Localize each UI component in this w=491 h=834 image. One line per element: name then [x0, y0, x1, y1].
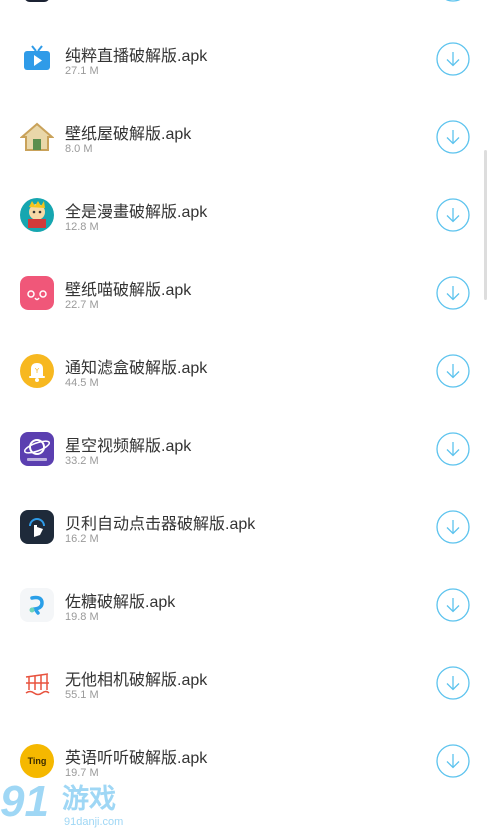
app-name[interactable]: 壁纸屋破解版.apk — [65, 120, 191, 144]
app-name[interactable]: 纯粹直播破解版.apk — [65, 42, 207, 66]
app-name[interactable]: 通知滤盒破解版.apk — [65, 354, 207, 378]
house-icon — [20, 120, 54, 154]
camera-grid-icon — [20, 666, 54, 700]
svg-text:游戏: 游戏 — [62, 784, 116, 815]
app-name[interactable]: 贝利自动点击器破解版.apk — [65, 510, 255, 534]
download-button[interactable] — [436, 198, 470, 232]
download-icon — [436, 354, 470, 388]
app-list-item[interactable]: 佐糖破解版.apk 19.8 M — [0, 546, 480, 624]
download-button[interactable] — [436, 666, 470, 700]
app-size: 16.2 M — [65, 533, 99, 545]
app-size: 55.1 M — [65, 689, 99, 701]
app-size: 19.8 M — [65, 611, 99, 623]
svg-text:91: 91 — [0, 778, 49, 826]
app-list-item[interactable]: 壁纸喵破解版.apk 22.7 M — [0, 234, 480, 312]
app-size: 22.7 M — [65, 299, 99, 311]
app-size: 8.0 M — [65, 143, 93, 155]
download-button[interactable] — [436, 42, 470, 76]
download-icon — [436, 666, 470, 700]
bell-icon: Y — [20, 354, 54, 388]
download-button[interactable] — [436, 354, 470, 388]
download-button[interactable] — [436, 276, 470, 310]
app-name[interactable]: 英语听听破解版.apk — [65, 744, 207, 768]
download-icon — [436, 432, 470, 466]
download-button[interactable] — [436, 120, 470, 154]
svg-text:Y: Y — [34, 367, 40, 375]
tingting-logo-icon: Ting — [20, 744, 54, 778]
app-name[interactable]: 壁纸喵破解版.apk — [65, 276, 191, 300]
site-watermark-logo: 91 游戏 91danji.com — [0, 776, 160, 829]
app-list-item[interactable]: Y 通知滤盒破解版.apk 44.5 M — [0, 312, 480, 390]
download-button[interactable] — [436, 588, 470, 622]
app-list-item[interactable]: 壁纸屋破解版.apk 8.0 M — [0, 78, 480, 156]
app-size: 27.1 M — [65, 65, 99, 77]
download-icon — [436, 120, 470, 154]
svg-text:91danji.com: 91danji.com — [64, 816, 123, 828]
app-name[interactable]: 全是漫畫破解版.apk — [65, 198, 207, 222]
download-icon — [436, 198, 470, 232]
app-name[interactable]: 无他相机破解版.apk — [65, 666, 207, 690]
app-name[interactable]: 佐糖破解版.apk — [65, 588, 175, 612]
planet-icon — [20, 432, 54, 466]
cat-face-icon — [20, 276, 54, 310]
tap-finger-icon — [20, 510, 54, 544]
tv-icon — [20, 42, 54, 76]
download-button[interactable] — [436, 744, 470, 778]
app-size: 44.5 M — [65, 377, 99, 389]
app-list-item[interactable]: 无他相机破解版.apk 55.1 M — [0, 624, 480, 702]
zuotang-logo-icon — [20, 588, 54, 622]
app-size: 12.8 M — [65, 221, 99, 233]
app-list-item[interactable]: 纯粹直播破解版.apk 27.1 M — [0, 0, 480, 78]
app-name[interactable]: 星空视频解版.apk — [65, 432, 191, 456]
app-size: 33.2 M — [65, 455, 99, 467]
download-button[interactable] — [436, 510, 470, 544]
svg-text:Ting: Ting — [28, 756, 47, 766]
download-icon — [436, 588, 470, 622]
app-list-item[interactable]: Ting 英语听听破解版.apk 19.7 M — [0, 702, 480, 780]
app-list-item[interactable]: 星空视频解版.apk 33.2 M — [0, 390, 480, 468]
app-list-item[interactable]: 全是漫畫破解版.apk 12.8 M — [0, 156, 480, 234]
scrollbar[interactable] — [484, 150, 487, 300]
download-icon — [436, 744, 470, 778]
download-icon — [436, 42, 470, 76]
download-icon — [436, 276, 470, 310]
download-button[interactable] — [436, 432, 470, 466]
manga-reader-icon — [20, 198, 54, 232]
download-icon — [436, 510, 470, 544]
app-list-item[interactable]: 贝利自动点击器破解版.apk 16.2 M — [0, 468, 480, 546]
